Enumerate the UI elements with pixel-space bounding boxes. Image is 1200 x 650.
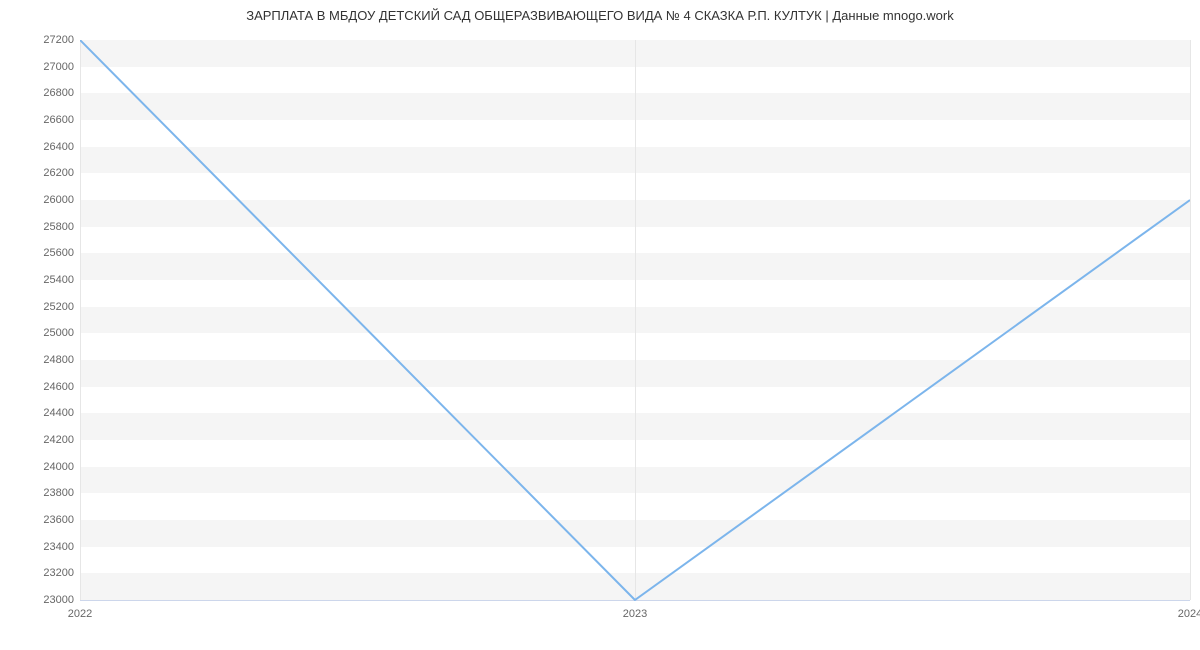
y-tick-label: 25200 — [14, 301, 74, 313]
y-tick-label: 26400 — [14, 141, 74, 153]
grid-line-vertical — [1190, 40, 1191, 600]
y-tick-label: 26800 — [14, 87, 74, 99]
chart-container: ЗАРПЛАТА В МБДОУ ДЕТСКИЙ САД ОБЩЕРАЗВИВА… — [0, 0, 1200, 650]
y-tick-label: 26000 — [14, 194, 74, 206]
y-tick-label: 24000 — [14, 461, 74, 473]
y-tick-label: 25400 — [14, 274, 74, 286]
y-tick-label: 25600 — [14, 247, 74, 259]
y-tick-label: 24800 — [14, 354, 74, 366]
line-series — [80, 40, 1190, 602]
y-tick-label: 26600 — [14, 114, 74, 126]
chart-title: ЗАРПЛАТА В МБДОУ ДЕТСКИЙ САД ОБЩЕРАЗВИВА… — [0, 8, 1200, 23]
x-tick-label: 2024 — [1178, 608, 1200, 620]
y-tick-label: 23000 — [14, 594, 74, 606]
y-tick-label: 23600 — [14, 514, 74, 526]
y-tick-label: 27200 — [14, 34, 74, 46]
y-tick-label: 26200 — [14, 167, 74, 179]
line-path — [80, 40, 1190, 600]
y-tick-label: 24600 — [14, 381, 74, 393]
y-tick-label: 24200 — [14, 434, 74, 446]
y-tick-label: 23400 — [14, 541, 74, 553]
y-tick-label: 27000 — [14, 61, 74, 73]
y-tick-label: 25000 — [14, 327, 74, 339]
y-tick-label: 24400 — [14, 407, 74, 419]
x-tick-label: 2022 — [68, 608, 92, 620]
x-tick-label: 2023 — [623, 608, 647, 620]
y-tick-label: 23200 — [14, 567, 74, 579]
y-tick-label: 23800 — [14, 487, 74, 499]
y-tick-label: 25800 — [14, 221, 74, 233]
plot-area — [80, 40, 1190, 600]
